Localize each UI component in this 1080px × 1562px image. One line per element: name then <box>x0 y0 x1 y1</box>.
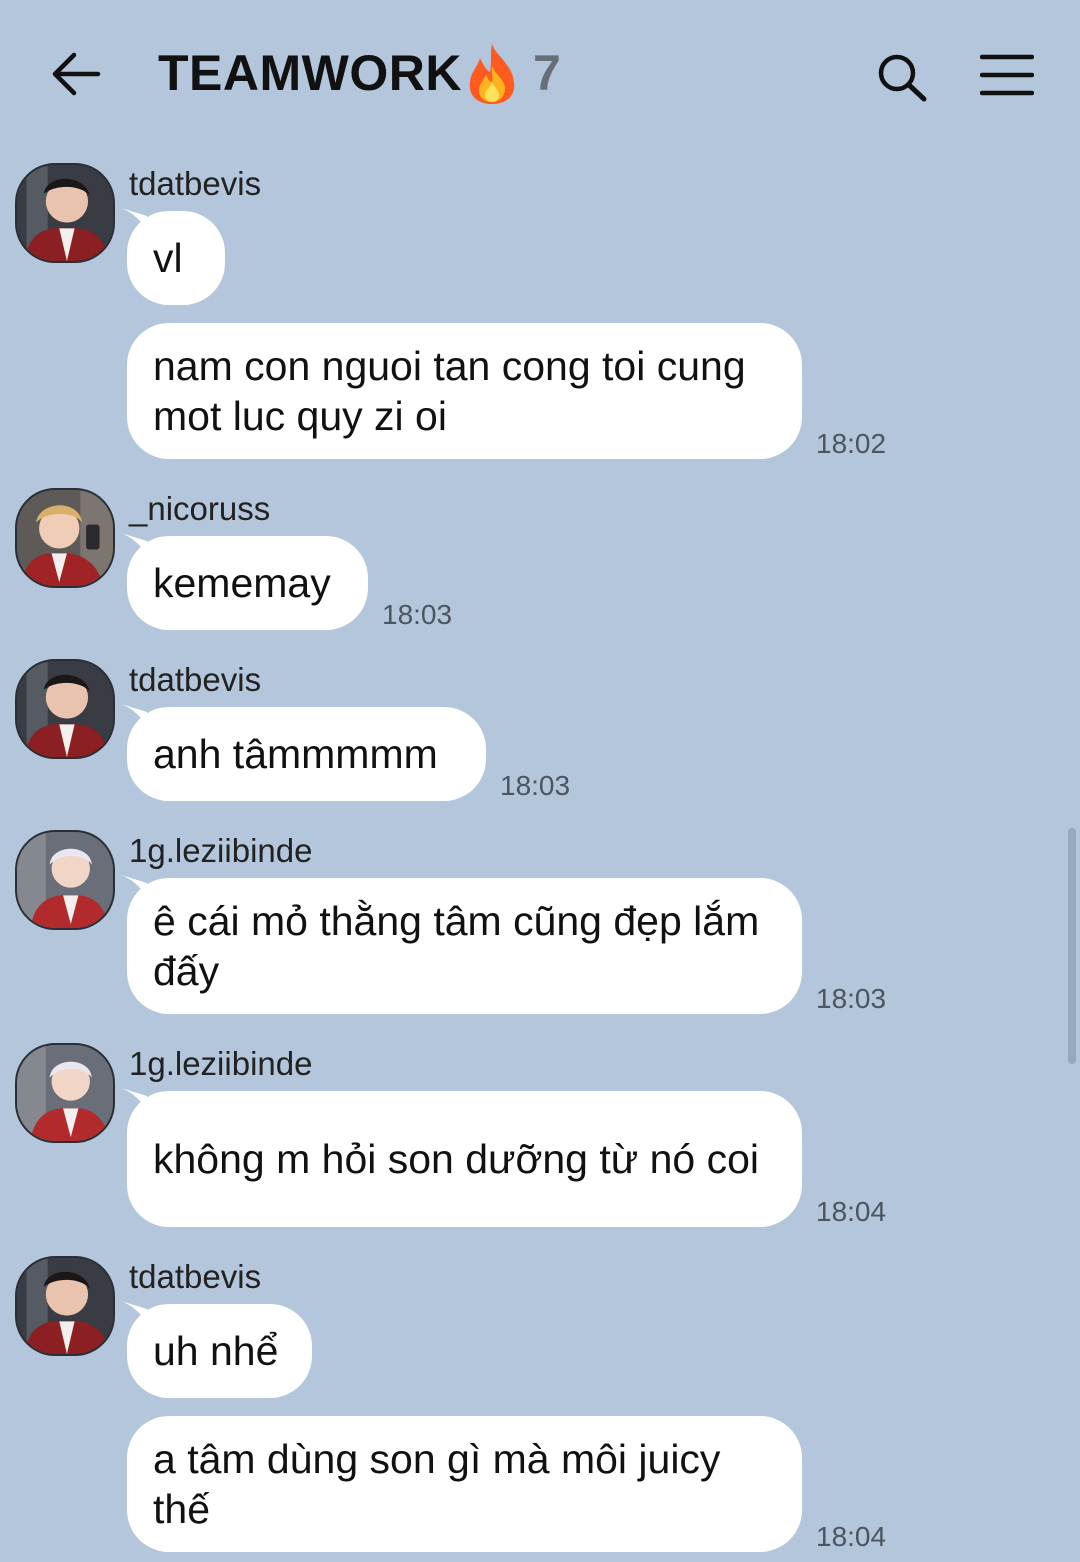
scrollbar[interactable] <box>1068 828 1076 1064</box>
message-text: uh nhể <box>153 1328 279 1374</box>
message-timestamp: 18:04 <box>816 1521 887 1552</box>
avatar-tdatbevis[interactable] <box>15 163 115 263</box>
message-text: a tâm dùng son gì mà môi juicy thế <box>153 1436 721 1532</box>
message-bubble[interactable]: a tâm dùng son gì mà môi juicy thế <box>127 1416 802 1552</box>
avatar-tdatbevis[interactable] <box>15 659 115 759</box>
message-text: ê cái mỏ thằng tâm cũng đẹp lắm đấy <box>153 898 760 994</box>
message-timestamp: 18:03 <box>382 599 453 630</box>
message-text: kememay <box>153 560 331 606</box>
message-bubble[interactable]: không m hỏi son dưỡng từ nó coi <box>127 1091 802 1227</box>
chat-header: TEAMWORK 7 <box>0 0 1080 150</box>
sender-name: 1g.leziibinde <box>129 1045 313 1082</box>
hamburger-menu-icon[interactable] <box>980 54 1034 96</box>
avatar-leziibinde[interactable] <box>15 1043 115 1143</box>
sender-name: tdatbevis <box>129 661 262 698</box>
message-timestamp: 18:03 <box>500 770 571 801</box>
member-count: 7 <box>533 45 561 101</box>
sender-name: _nicoruss <box>129 490 271 527</box>
message-text: không m hỏi son dưỡng từ nó coi <box>153 1136 760 1182</box>
message-bubble[interactable]: vl <box>127 211 225 305</box>
message-timestamp: 18:03 <box>816 983 887 1014</box>
message-bubble[interactable]: kememay <box>127 536 368 630</box>
message-text: nam con nguoi tan cong toi cung mot luc … <box>153 343 746 439</box>
message-text: anh tâmmmmm <box>153 731 438 777</box>
sender-name: tdatbevis <box>129 165 262 202</box>
message-bubble[interactable]: ê cái mỏ thằng tâm cũng đẹp lắm đấy <box>127 878 802 1014</box>
message-bubble[interactable]: anh tâmmmmm <box>127 707 486 801</box>
avatar-tdatbevis[interactable] <box>15 1256 115 1356</box>
fire-emoji-icon <box>469 44 515 104</box>
message-text: vl <box>153 235 183 281</box>
message-timestamp: 18:02 <box>816 428 887 459</box>
search-icon[interactable] <box>876 52 928 102</box>
avatar-leziibinde[interactable] <box>15 830 115 930</box>
back-arrow-icon[interactable] <box>50 50 102 98</box>
message-bubble[interactable]: nam con nguoi tan cong toi cung mot luc … <box>127 323 802 459</box>
message-timestamp: 18:04 <box>816 1196 887 1227</box>
sender-name: 1g.leziibinde <box>129 832 313 869</box>
message-bubble[interactable]: uh nhể <box>127 1304 312 1398</box>
avatar-nicoruss[interactable] <box>15 488 115 588</box>
group-title: TEAMWORK <box>158 45 462 101</box>
sender-name: tdatbevis <box>129 1258 262 1295</box>
